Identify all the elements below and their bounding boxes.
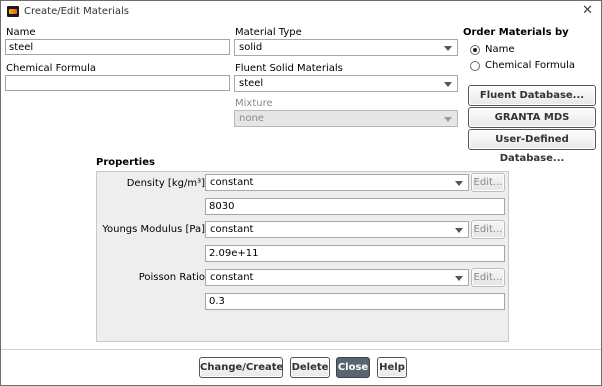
youngs-modulus-value-input[interactable]: [205, 245, 505, 262]
chemical-formula-input[interactable]: [5, 75, 230, 91]
density-method-value: constant: [210, 177, 254, 188]
mixture-label: Mixture: [235, 98, 273, 109]
user-defined-database-button[interactable]: User-Defined Database...: [468, 129, 596, 164]
fluent-solid-materials-select[interactable]: steel: [234, 75, 458, 92]
chevron-down-icon: [444, 117, 452, 122]
youngs-modulus-method-select[interactable]: constant: [205, 221, 469, 238]
chevron-down-icon: [455, 228, 463, 233]
footer-divider: [1, 349, 601, 350]
density-value-input[interactable]: [205, 198, 505, 215]
youngs-modulus-method-value: constant: [210, 224, 254, 235]
chevron-down-icon: [444, 82, 452, 87]
properties-title: Properties: [96, 157, 155, 168]
fluent-solid-materials-label: Fluent Solid Materials: [235, 63, 343, 74]
close-button[interactable]: Close: [336, 357, 370, 378]
material-type-label: Material Type: [235, 27, 302, 38]
fluent-solid-materials-value: steel: [239, 78, 264, 89]
mixture-value: none: [239, 113, 264, 124]
radio-unselected-icon[interactable]: [470, 61, 480, 71]
density-label: Density [kg/m³]: [126, 178, 205, 189]
chevron-down-icon: [444, 46, 452, 51]
poisson-ratio-value-input[interactable]: [205, 293, 505, 310]
delete-button[interactable]: Delete: [290, 357, 330, 378]
order-by-chemical-formula-label: Chemical Formula: [485, 60, 576, 71]
name-input[interactable]: [5, 39, 230, 55]
order-materials-by-label: Order Materials by: [463, 27, 569, 38]
poisson-ratio-edit-button[interactable]: Edit...: [471, 268, 505, 287]
density-method-select[interactable]: constant: [205, 174, 469, 191]
create-edit-materials-dialog: Create/Edit Materials ✕ Name Chemical Fo…: [0, 0, 602, 386]
fluent-app-icon: [7, 6, 19, 17]
fluent-database-button[interactable]: Fluent Database...: [468, 85, 596, 106]
window-title: Create/Edit Materials: [24, 6, 129, 17]
poisson-ratio-method-select[interactable]: constant: [205, 269, 469, 286]
material-type-select[interactable]: solid: [234, 39, 458, 56]
radio-selected-icon[interactable]: [470, 45, 480, 55]
density-edit-button[interactable]: Edit...: [471, 173, 505, 192]
youngs-modulus-edit-button[interactable]: Edit...: [471, 220, 505, 239]
name-label: Name: [6, 27, 36, 38]
change-create-button[interactable]: Change/Create: [199, 357, 283, 378]
order-by-name-label: Name: [485, 44, 515, 55]
mixture-select: none: [234, 110, 458, 127]
chevron-down-icon: [455, 181, 463, 186]
granta-mds-database-button[interactable]: GRANTA MDS Database...: [468, 107, 596, 142]
chevron-down-icon: [455, 276, 463, 281]
youngs-modulus-label: Youngs Modulus [Pa]: [102, 224, 205, 235]
poisson-ratio-method-value: constant: [210, 272, 254, 283]
title-bar: Create/Edit Materials ✕: [1, 1, 601, 23]
poisson-ratio-label: Poisson Ratio: [138, 272, 205, 283]
chemical-formula-label: Chemical Formula: [6, 63, 97, 74]
help-button[interactable]: Help: [377, 357, 407, 378]
close-icon[interactable]: ✕: [582, 4, 593, 18]
material-type-value: solid: [239, 42, 263, 53]
